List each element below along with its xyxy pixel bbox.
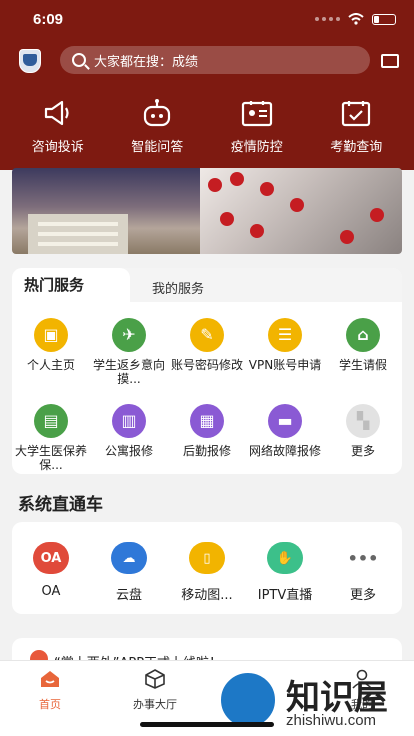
cube-icon	[145, 669, 165, 689]
service-network-repair[interactable]: ▬ 网络故障报修	[246, 404, 324, 482]
services-panel: 热门服务 我的服务 ▣ 个人主页 ✈ 学生返乡意向摸... ✎ 账号密码修改 ☰…	[12, 268, 402, 474]
services-tabs: 热门服务 我的服务	[12, 268, 402, 302]
system-library[interactable]: ▯ 移动图...	[168, 542, 246, 614]
watermark-url: zhishiwu.com	[286, 712, 377, 729]
systems-panel: OA OA ☁ 云盘 ▯ 移动图... ✋ IPTV直播 ••• 更多	[12, 522, 402, 614]
router-icon: ▬	[268, 404, 302, 438]
message-icon[interactable]	[381, 54, 399, 68]
quick-action-epidemic[interactable]: 疫情防控	[212, 98, 302, 155]
signal-icon	[315, 17, 340, 21]
service-label: 学生返乡意向摸...	[92, 358, 165, 386]
building-shape	[28, 214, 128, 254]
quick-action-label: 疫情防控	[230, 140, 283, 155]
service-logistics-repair[interactable]: ▦ 后勤报修	[168, 404, 246, 482]
services-grid: ▣ 个人主页 ✈ 学生返乡意向摸... ✎ 账号密码修改 ☰ VPN账号申请 ⌂…	[12, 318, 402, 482]
service-label: 学生请假	[338, 358, 387, 372]
wifi-icon	[348, 13, 364, 25]
system-label: 云盘	[115, 588, 142, 603]
book-icon: ▯	[189, 542, 225, 574]
medical-card-icon: ▤	[34, 404, 68, 438]
vpn-form-icon: ☰	[268, 318, 302, 352]
system-label: OA	[41, 584, 61, 599]
house-leave-icon: ⌂	[346, 318, 380, 352]
status-time: 6:09	[33, 11, 64, 28]
service-label: 公寓报修	[104, 444, 153, 458]
quick-action-label: 咨询投诉	[31, 140, 84, 155]
search-placeholder: 大家都在搜：成绩	[94, 54, 199, 70]
watermark-logo-icon	[218, 670, 278, 730]
service-return-home[interactable]: ✈ 学生返乡意向摸...	[90, 318, 168, 396]
systems-title: 系统直通车	[18, 495, 103, 515]
person-badge-icon: ▣	[34, 318, 68, 352]
search-bar[interactable]: 大家都在搜：成绩	[60, 46, 370, 74]
system-label: IPTV直播	[257, 588, 313, 603]
tab-label: 办事大厅	[133, 698, 177, 711]
service-apartment-repair[interactable]: ▥ 公寓报修	[90, 404, 168, 482]
system-iptv[interactable]: ✋ IPTV直播	[246, 542, 324, 614]
system-cloud[interactable]: ☁ 云盘	[90, 542, 168, 614]
quick-action-complaint[interactable]: 咨询投诉	[13, 98, 103, 155]
robot-icon	[139, 98, 175, 128]
system-oa[interactable]: OA OA	[12, 542, 90, 614]
system-label: 移动图...	[181, 588, 233, 603]
system-more[interactable]: ••• 更多	[324, 542, 402, 614]
more-dots-icon: •••	[345, 542, 381, 574]
service-student-leave[interactable]: ⌂ 学生请假	[324, 318, 402, 396]
university-logo	[19, 49, 41, 73]
banner-carousel[interactable]	[12, 168, 402, 254]
quick-actions: 咨询投诉 智能问答 疫情防控 考勤查询	[0, 98, 414, 155]
grid-more-icon: ▚	[346, 404, 380, 438]
service-label: 大学生医保养保...	[14, 444, 87, 472]
home-indicator	[140, 722, 274, 727]
id-card-icon	[239, 98, 275, 128]
service-more[interactable]: ▚ 更多	[324, 404, 402, 482]
quick-action-label: 考勤查询	[330, 140, 383, 155]
clipboard-icon: ▦	[190, 404, 224, 438]
tab-hot-services[interactable]: 热门服务	[12, 268, 130, 302]
snow-berries-image	[200, 168, 402, 254]
cloud-icon: ☁	[111, 542, 147, 574]
tab-home[interactable]: 首页	[20, 669, 80, 712]
home-icon	[41, 671, 59, 687]
search-icon	[72, 53, 86, 67]
service-vpn[interactable]: ☰ VPN账号申请	[246, 318, 324, 396]
service-label: 网络故障报修	[248, 444, 321, 458]
service-label: 个人主页	[26, 358, 75, 372]
tab-label: 首页	[39, 698, 61, 711]
service-label: 账号密码修改	[170, 358, 243, 372]
status-icons	[315, 13, 396, 25]
service-label: 更多	[350, 444, 375, 458]
service-password[interactable]: ✎ 账号密码修改	[168, 318, 246, 396]
header: 大家都在搜：成绩 咨询投诉 智能问答 疫情防控 考勤查询	[0, 40, 414, 170]
oa-icon: OA	[33, 542, 69, 574]
tab-my-services[interactable]: 我的服务	[152, 278, 204, 297]
service-personal-home[interactable]: ▣ 个人主页	[12, 318, 90, 396]
airplane-icon: ✈	[112, 318, 146, 352]
quick-action-qa[interactable]: 智能问答	[112, 98, 202, 155]
battery-icon	[372, 13, 396, 25]
system-label: 更多	[349, 588, 376, 603]
status-bar: 6:09	[0, 0, 414, 40]
quick-action-label: 智能问答	[131, 140, 184, 155]
calendar-check-icon	[338, 98, 374, 128]
edit-document-icon: ✎	[190, 318, 224, 352]
service-medical-insurance[interactable]: ▤ 大学生医保养保...	[12, 404, 90, 482]
quick-action-attendance[interactable]: 考勤查询	[311, 98, 401, 155]
handshake-icon: ✋	[267, 542, 303, 574]
campus-night-image	[12, 168, 200, 254]
service-label: 后勤报修	[182, 444, 231, 458]
tab-service-hall[interactable]: 办事大厅	[125, 669, 185, 712]
building-icon: ▥	[112, 404, 146, 438]
megaphone-icon	[40, 98, 76, 128]
service-label: VPN账号申请	[248, 358, 322, 372]
